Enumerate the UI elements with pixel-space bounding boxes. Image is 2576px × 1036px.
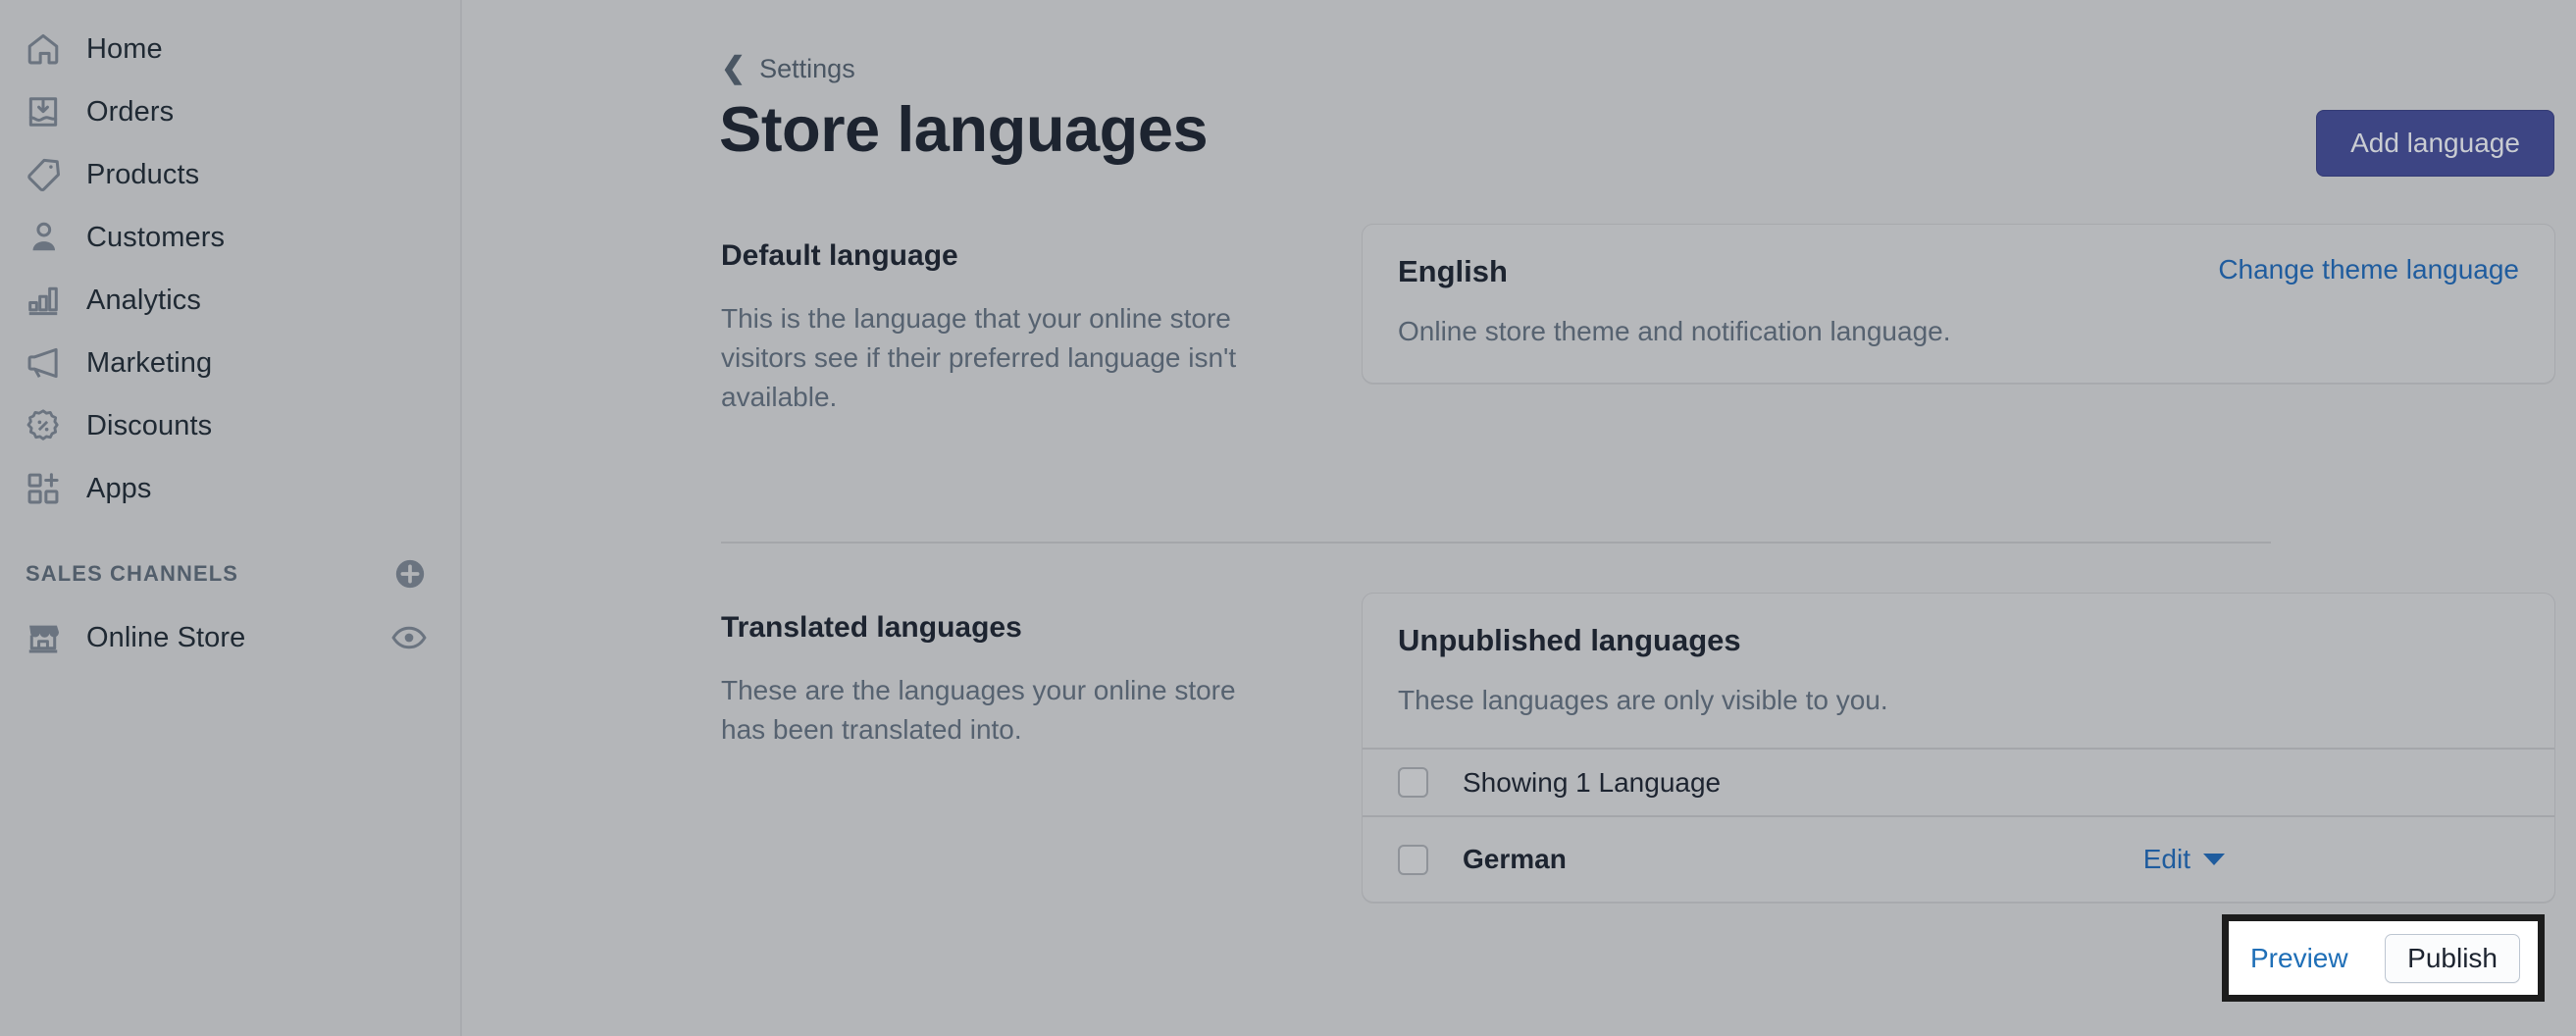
publish-button[interactable]: Publish (2385, 933, 2520, 983)
sidebar-item-label: Home (86, 32, 163, 65)
breadcrumb[interactable]: ❮ Settings (721, 54, 855, 83)
breadcrumb-label: Settings (759, 53, 855, 83)
sidebar-item-analytics[interactable]: Analytics (0, 269, 460, 332)
sidebar-item-marketing[interactable]: Marketing (0, 332, 460, 394)
table-row[interactable]: German Edit (1363, 817, 2554, 902)
sales-channels-header: SALES CHANNELS (0, 542, 460, 606)
sidebar-item-orders[interactable]: Orders (0, 80, 460, 143)
showing-count-row: Showing 1 Language (1363, 750, 2554, 815)
section-divider (721, 542, 2271, 544)
unpublished-languages-subtitle: These languages are only visible to you. (1398, 685, 1888, 715)
unpublished-languages-card: Unpublished languages These languages ar… (1362, 593, 2555, 903)
orders-icon (24, 92, 63, 131)
row-actions-highlight: Preview Publish (2222, 914, 2545, 1002)
showing-count-label: Showing 1 Language (1463, 766, 1722, 798)
chevron-down-icon (2203, 854, 2225, 865)
row-checkbox-german[interactable] (1398, 844, 1428, 875)
tag-icon (24, 155, 63, 194)
chevron-left-icon: ❮ (721, 52, 747, 84)
language-name: German (1463, 844, 1567, 874)
sidebar-item-label: Products (86, 158, 200, 190)
sidebar-item-discounts[interactable]: Discounts (0, 394, 460, 457)
page-title: Store languages (719, 93, 1209, 165)
sidebar-item-label: Customers (86, 221, 226, 253)
megaphone-icon (24, 343, 63, 383)
app-root: Home Orders Products Customers Analytics… (0, 0, 2576, 1036)
default-language-section-info: Default language This is the language th… (721, 241, 1270, 417)
sidebar: Home Orders Products Customers Analytics… (0, 0, 462, 1036)
section-heading: Default language (721, 239, 958, 272)
edit-label: Edit (2142, 844, 2190, 874)
sidebar-item-customers[interactable]: Customers (0, 206, 460, 269)
card-header: Unpublished languages These languages ar… (1363, 594, 2554, 748)
sidebar-item-label: Discounts (86, 409, 213, 441)
section-description: This is the language that your online st… (721, 303, 1237, 413)
select-all-checkbox[interactable] (1398, 767, 1428, 798)
card-body: English Change theme language Online sto… (1363, 225, 2554, 383)
change-theme-language-link[interactable]: Change theme language (2218, 256, 2519, 284)
discount-icon (24, 406, 63, 445)
home-icon (24, 29, 63, 69)
sidebar-item-online-store[interactable]: Online Store (0, 606, 460, 669)
sidebar-item-apps[interactable]: Apps (0, 457, 460, 520)
card-header-row: English Change theme language (1398, 254, 2519, 288)
apps-icon (24, 469, 63, 508)
sidebar-nav-list: Home Orders Products Customers Analytics… (0, 0, 460, 520)
sidebar-item-label: Orders (86, 95, 175, 128)
sales-channels-title: SALES CHANNELS (26, 561, 239, 586)
default-language-name: English (1398, 254, 1508, 288)
sidebar-item-label: Analytics (86, 284, 201, 316)
add-language-button[interactable]: Add language (2316, 110, 2554, 177)
storefront-icon (24, 618, 63, 657)
main-content: ❮ Settings Store languages Add language … (464, 0, 2576, 1036)
plus-circle-icon[interactable] (393, 557, 427, 591)
sidebar-item-home[interactable]: Home (0, 18, 460, 80)
default-language-subtitle: Online store theme and notification lang… (1398, 316, 1951, 346)
sidebar-item-label: Marketing (86, 346, 213, 379)
section-heading: Translated languages (721, 611, 1022, 644)
sidebar-item-label: Apps (86, 472, 152, 504)
sidebar-item-label: Online Store (86, 621, 246, 653)
edit-dropdown[interactable]: Edit (2143, 846, 2225, 873)
person-icon (24, 218, 63, 257)
bar-chart-icon (24, 281, 63, 320)
preview-link[interactable]: Preview (2250, 944, 2348, 972)
default-language-card: English Change theme language Online sto… (1362, 224, 2555, 384)
section-description: These are the languages your online stor… (721, 675, 1236, 746)
eye-icon[interactable] (391, 625, 427, 650)
unpublished-languages-title: Unpublished languages (1398, 623, 1741, 657)
sidebar-item-products[interactable]: Products (0, 143, 460, 206)
translated-languages-section-info: Translated languages These are the langu… (721, 613, 1270, 750)
